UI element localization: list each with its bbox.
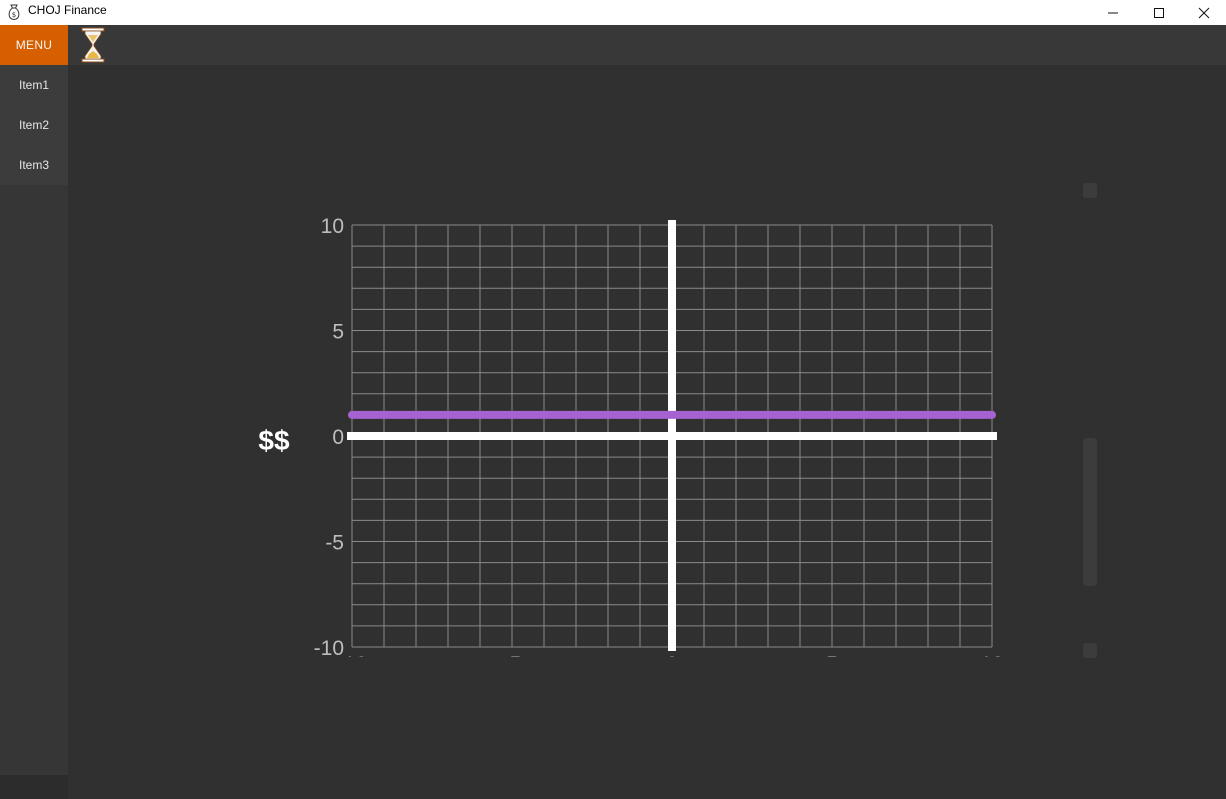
scrollbar-thumb[interactable] [1083, 438, 1097, 586]
x-tick-labels: -10 -5 0 5 10 [337, 653, 1004, 676]
y-tick-label: 10 [321, 215, 344, 238]
y-tick-label: 0 [332, 426, 344, 449]
x-tick-label: -5 [503, 653, 522, 676]
x-tick-label: -10 [337, 653, 367, 676]
y-axis-label: $$ [258, 425, 290, 456]
x-tick-label: 5 [826, 653, 838, 676]
x-tick-label: 0 [666, 653, 678, 676]
x-tick-label: 10 [980, 653, 1003, 676]
scroll-down-button[interactable] [1083, 643, 1097, 658]
line-chart: 10 5 0 -5 -10-10 -5 0 5 10 $$ [258, 215, 1004, 676]
y-tick-label: 5 [332, 321, 344, 344]
scroll-up-button[interactable] [1083, 183, 1097, 198]
y-tick-label: -5 [325, 532, 344, 555]
